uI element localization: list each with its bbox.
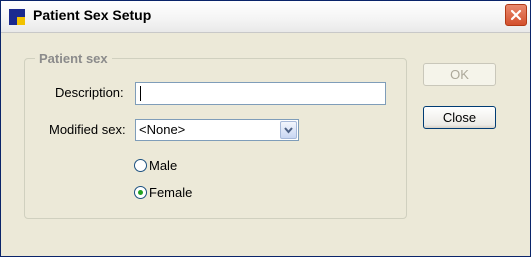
ok-button[interactable]: OK (423, 63, 496, 86)
group-legend: Patient sex (39, 51, 108, 66)
radio-female-circle[interactable] (134, 186, 147, 199)
radio-male-circle[interactable] (134, 159, 147, 172)
description-field[interactable] (135, 82, 386, 105)
close-icon (510, 9, 522, 21)
text-caret (140, 86, 141, 101)
chevron-down-icon (284, 126, 293, 134)
radio-male[interactable]: Male (134, 158, 177, 173)
radio-selected-dot (138, 190, 143, 195)
modified-sex-value: <None> (139, 122, 186, 137)
radio-male-label: Male (149, 158, 178, 173)
description-label: Description: (55, 85, 124, 100)
title-bar[interactable]: Patient Sex Setup (1, 1, 530, 33)
radio-female-label: Female (149, 185, 193, 200)
modified-sex-select[interactable]: <None> (135, 119, 299, 141)
app-icon (9, 9, 25, 25)
dialog-window: Patient Sex Setup Patient sex Descriptio… (0, 0, 531, 257)
window-close-button[interactable] (505, 4, 527, 26)
dialog-body: Patient sex Description: Modified sex: <… (9, 39, 522, 248)
dropdown-button[interactable] (280, 121, 297, 139)
radio-female[interactable]: Female (134, 185, 192, 200)
modified-sex-label: Modified sex: (49, 122, 126, 137)
window-title: Patient Sex Setup (33, 7, 152, 23)
close-button[interactable]: Close (423, 106, 496, 129)
